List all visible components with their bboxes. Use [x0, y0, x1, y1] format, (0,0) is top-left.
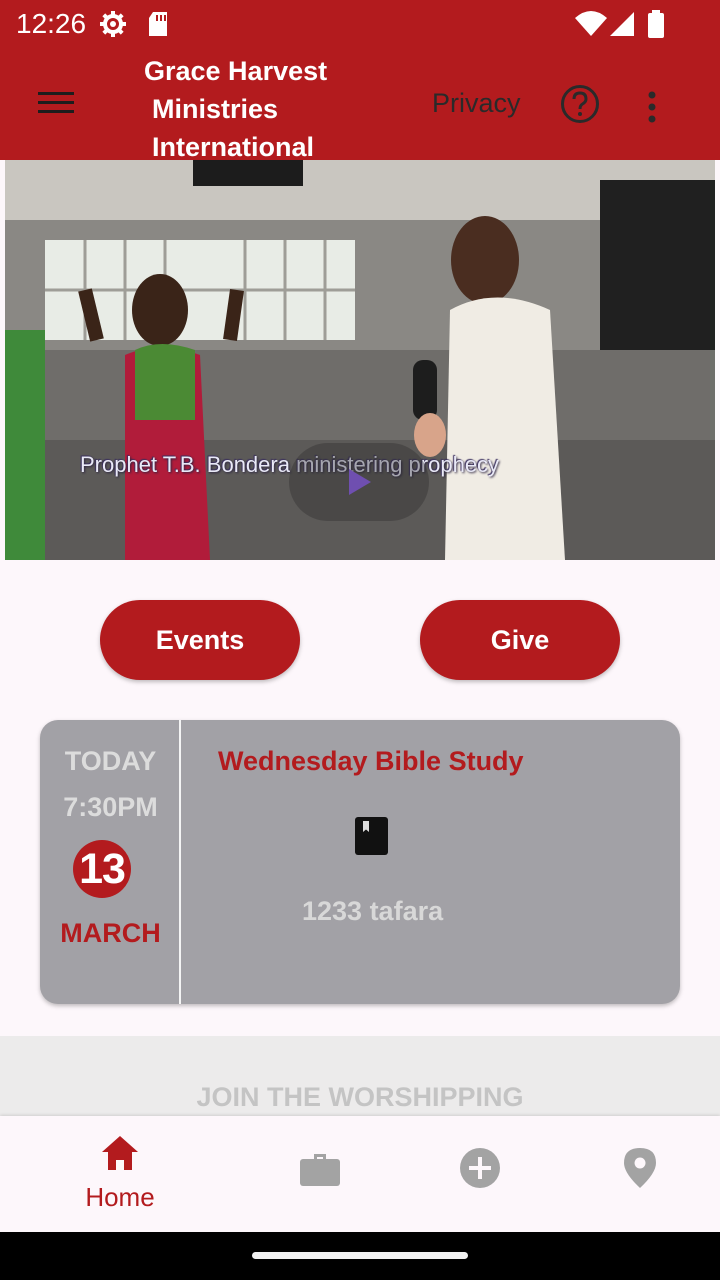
- event-day-number: 13: [73, 840, 131, 898]
- cell-signal-icon: [610, 12, 634, 36]
- worship-heading: JOIN THE WORSHIPPING: [196, 1082, 524, 1112]
- gesture-handle[interactable]: [252, 1252, 468, 1259]
- system-navigation-bar: [0, 1232, 720, 1280]
- settings-gear-icon: [100, 11, 126, 37]
- nav-home[interactable]: Home: [30, 1116, 210, 1232]
- app-title: Grace Harvest Ministries International: [144, 52, 374, 166]
- app-bar: Grace Harvest Ministries International P…: [0, 48, 720, 162]
- worship-section: JOIN THE WORSHIPPING: [0, 1036, 720, 1116]
- wifi-icon: [575, 11, 607, 36]
- add-circle-icon: [460, 1148, 500, 1188]
- status-bar: 12:26: [0, 0, 720, 48]
- nav-add[interactable]: [390, 1116, 570, 1232]
- more-vert-icon[interactable]: [640, 88, 664, 128]
- event-day-label: TODAY: [64, 746, 157, 776]
- battery-icon: [648, 10, 664, 38]
- sd-card-icon: [149, 12, 167, 36]
- bottom-navigation: Home: [0, 1116, 720, 1232]
- event-date-panel: TODAY 7:30PM 13 MARCH: [40, 720, 181, 1004]
- menu-icon: [38, 92, 74, 95]
- briefcase-icon: [300, 1154, 340, 1186]
- home-icon: [102, 1136, 138, 1170]
- event-location: 1233 tafara: [302, 896, 444, 926]
- video-player[interactable]: Prophet T.B. Bondera ministering prophec…: [5, 160, 715, 560]
- nav-location[interactable]: [550, 1116, 720, 1232]
- help-circle-icon[interactable]: [560, 84, 600, 124]
- privacy-button[interactable]: Privacy: [432, 88, 521, 119]
- event-card[interactable]: TODAY 7:30PM 13 MARCH Wednesday Bible St…: [40, 720, 680, 1004]
- nav-home-label: Home: [85, 1182, 155, 1212]
- play-button[interactable]: [289, 443, 429, 521]
- event-title: Wednesday Bible Study: [218, 746, 524, 776]
- give-button[interactable]: Give: [420, 600, 620, 680]
- app-title-line-2: Ministries: [152, 94, 279, 124]
- app-title-line-1: Grace Harvest: [144, 56, 328, 86]
- menu-button[interactable]: [36, 88, 76, 118]
- events-button[interactable]: Events: [100, 600, 300, 680]
- location-pin-icon: [624, 1148, 656, 1188]
- play-icon: [349, 469, 371, 495]
- book-icon: [355, 817, 388, 855]
- nav-briefcase[interactable]: [230, 1116, 410, 1232]
- status-time: 12:26: [16, 8, 87, 39]
- event-time: 7:30PM: [63, 792, 158, 822]
- event-month: MARCH: [60, 918, 161, 948]
